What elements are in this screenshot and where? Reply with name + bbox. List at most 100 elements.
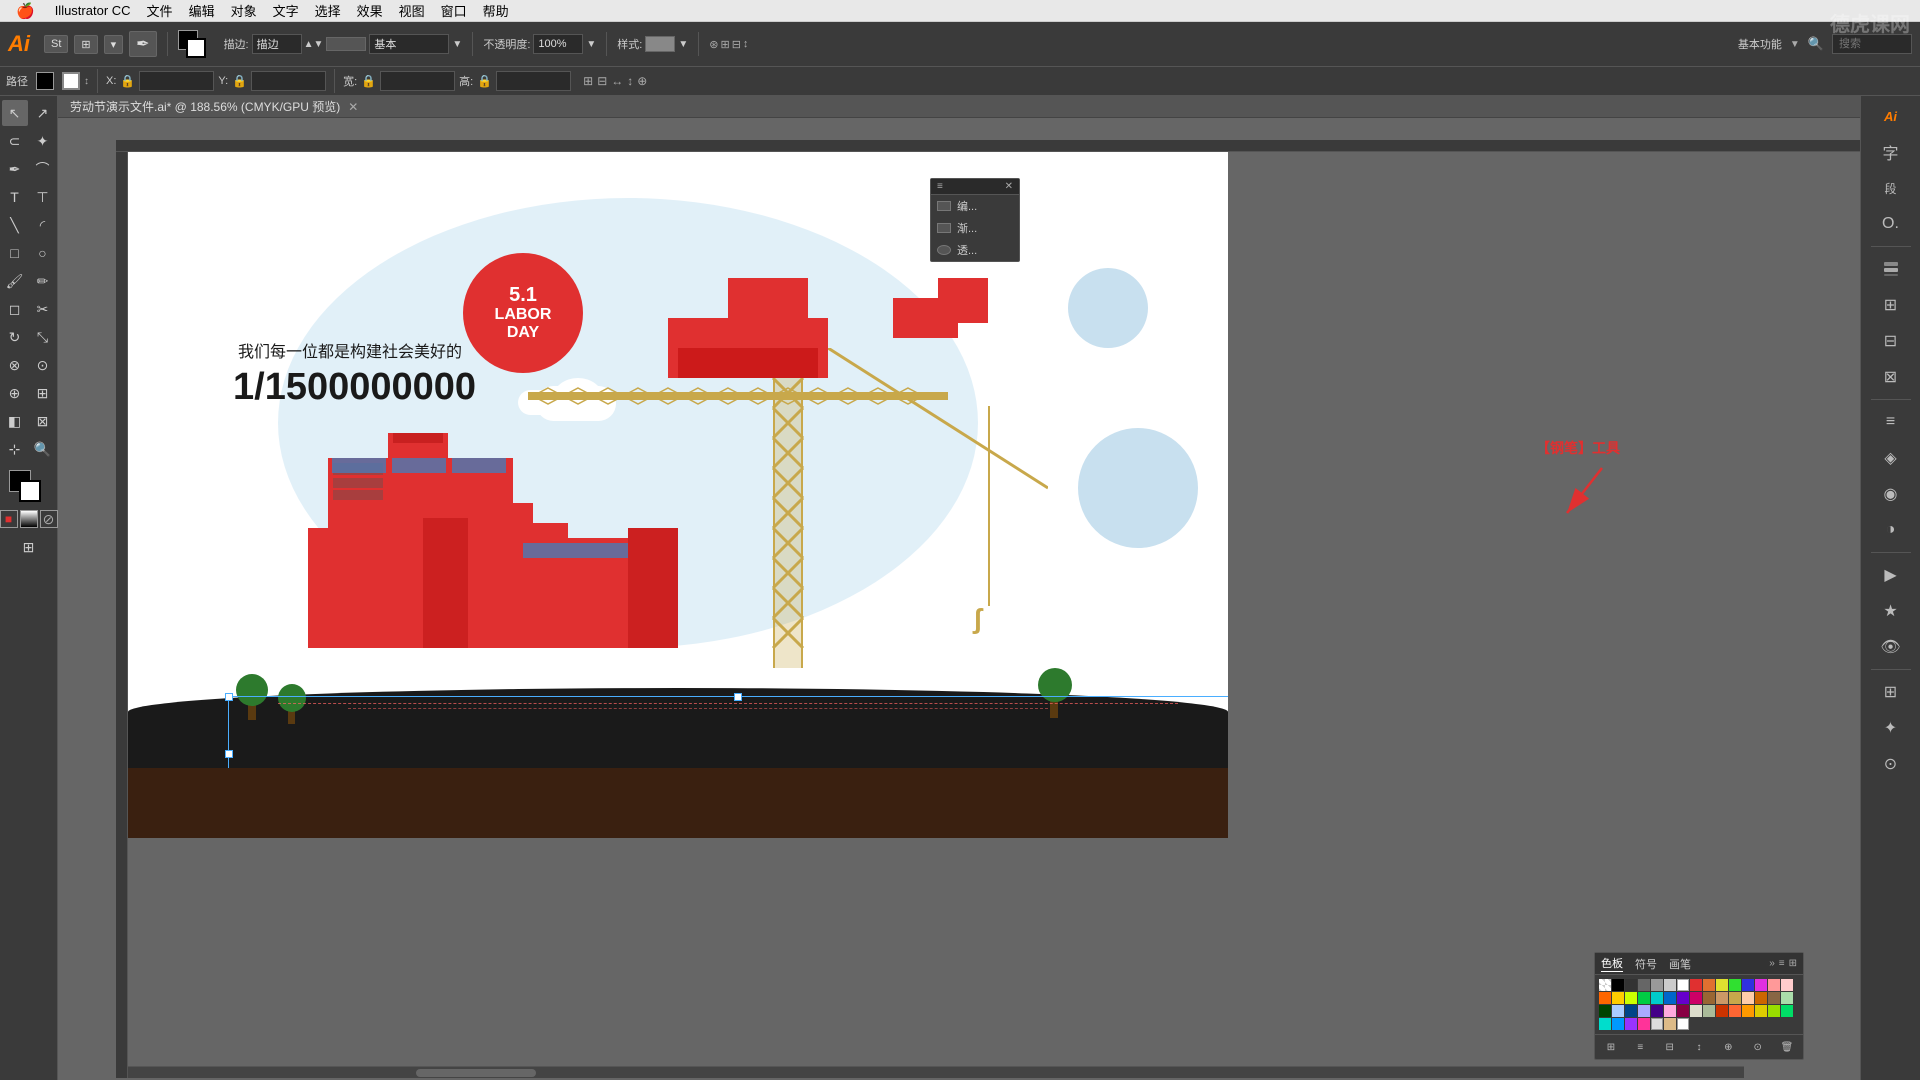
type-tool[interactable]: T bbox=[2, 184, 28, 210]
swatch-view-btn[interactable]: ≡ bbox=[1630, 1037, 1650, 1057]
sel-handle-tm[interactable] bbox=[734, 693, 742, 701]
view-menu[interactable]: 视图 bbox=[391, 1, 433, 20]
arrangement-arrow[interactable]: ▾ bbox=[104, 35, 124, 54]
swatch-dorange[interactable] bbox=[1599, 992, 1611, 1004]
right-icon-transform[interactable]: ⊠ bbox=[1875, 361, 1907, 393]
y-input[interactable]: 392.621 p bbox=[251, 71, 326, 91]
search-input[interactable] bbox=[1832, 34, 1912, 54]
scissors-tool[interactable]: ✂ bbox=[30, 296, 56, 322]
free-transform-tool[interactable]: ⊙ bbox=[30, 352, 56, 378]
swatch-peach[interactable] bbox=[1742, 992, 1754, 1004]
line-tool[interactable]: ╲ bbox=[2, 212, 28, 238]
swatch-green[interactable] bbox=[1729, 979, 1741, 991]
right-icon-align[interactable]: ⊟ bbox=[1875, 325, 1907, 357]
help-menu[interactable]: 帮助 bbox=[475, 1, 517, 20]
swatch-dark[interactable] bbox=[1625, 979, 1637, 991]
swatch-forest[interactable] bbox=[1599, 1005, 1611, 1017]
color-tab-brush[interactable]: 画笔 bbox=[1669, 956, 1691, 972]
swatch-violet[interactable] bbox=[1625, 1018, 1637, 1030]
paintbrush-tool[interactable]: 🖌 bbox=[2, 268, 28, 294]
swatch-lyellow[interactable] bbox=[1625, 992, 1637, 1004]
swatch-link-btn[interactable]: ⊕ bbox=[1718, 1037, 1738, 1057]
stroke-style-input[interactable] bbox=[369, 34, 449, 54]
swatch-trash-btn[interactable]: 🗑 bbox=[1777, 1037, 1797, 1057]
gradient-tool[interactable]: ◧ bbox=[2, 408, 28, 434]
swatch-lilac[interactable] bbox=[1664, 1005, 1676, 1017]
ellipse-tool[interactable]: ○ bbox=[30, 240, 56, 266]
canvas-area[interactable]: 劳动节演示文件.ai* @ 188.56% (CMYK/GPU 预览) ✕ 5.… bbox=[58, 96, 1860, 1080]
select-menu[interactable]: 选择 bbox=[307, 1, 349, 20]
sel-handle-ml[interactable] bbox=[225, 750, 233, 758]
swatch-crimson[interactable] bbox=[1716, 1005, 1728, 1017]
right-icon-1[interactable]: Ai bbox=[1875, 100, 1907, 132]
swatch-sage[interactable] bbox=[1703, 1005, 1715, 1017]
swatch-yellow[interactable] bbox=[1716, 979, 1728, 991]
pen-tool-btn[interactable]: ✒ bbox=[129, 31, 156, 57]
area-type-tool[interactable]: ⊤ bbox=[30, 184, 56, 210]
live-paint-tool[interactable]: ⊞ bbox=[30, 380, 56, 406]
w-input[interactable]: 595.028 p bbox=[380, 71, 455, 91]
swatch-white[interactable] bbox=[1677, 979, 1689, 991]
mesh-tool[interactable]: ⊠ bbox=[30, 408, 56, 434]
stroke-input[interactable] bbox=[252, 34, 302, 54]
swatch-none[interactable] bbox=[1599, 979, 1611, 991]
effects-menu[interactable]: 效果 bbox=[349, 1, 391, 20]
apple-menu[interactable]: 🍎 bbox=[8, 2, 43, 20]
h-input[interactable]: 52.872 px bbox=[496, 71, 571, 91]
swatch-lgreen[interactable] bbox=[1781, 992, 1793, 1004]
right-icon-3[interactable]: 段 bbox=[1875, 172, 1907, 204]
swatch-ivory[interactable] bbox=[1690, 1005, 1702, 1017]
swatch-dpurple[interactable] bbox=[1651, 1005, 1663, 1017]
right-icon-appearance[interactable]: ◈ bbox=[1875, 442, 1907, 474]
swatch-navy[interactable] bbox=[1625, 1005, 1637, 1017]
swatch-gray[interactable] bbox=[1638, 979, 1650, 991]
x-input[interactable]: 466.769 p bbox=[139, 71, 214, 91]
swatch-delete-btn[interactable]: ⊟ bbox=[1660, 1037, 1680, 1057]
right-icon-play[interactable]: ▶ bbox=[1875, 559, 1907, 591]
mini-panel-item-1[interactable]: 编... bbox=[931, 195, 1019, 217]
app-name-menu[interactable]: Illustrator CC bbox=[47, 3, 139, 18]
rect-tool[interactable]: □ bbox=[2, 240, 28, 266]
right-icon-brush2[interactable]: ✦ bbox=[1875, 712, 1907, 744]
right-icon-grid[interactable]: ⊞ bbox=[1875, 676, 1907, 708]
swatch-dyellow[interactable] bbox=[1612, 992, 1624, 1004]
panel-menu[interactable]: ≡ bbox=[1779, 958, 1785, 969]
swatch-blue[interactable] bbox=[1742, 979, 1754, 991]
swatch-azure[interactable] bbox=[1612, 1018, 1624, 1030]
scroll-thumb-h[interactable] bbox=[416, 1069, 536, 1077]
none-box[interactable]: ⊘ bbox=[40, 510, 58, 528]
right-icon-graphic-styles[interactable]: ◉ bbox=[1875, 478, 1907, 510]
swatch-lgray[interactable] bbox=[1651, 979, 1663, 991]
swatch-purple[interactable] bbox=[1677, 992, 1689, 1004]
mini-panel-item-3[interactable]: 透... bbox=[931, 239, 1019, 261]
swatch-sand[interactable] bbox=[1664, 1018, 1676, 1030]
path-fill[interactable] bbox=[36, 72, 54, 90]
workspace-label[interactable]: 基本功能 bbox=[1738, 36, 1782, 52]
swatch-hotpink[interactable] bbox=[1638, 1018, 1650, 1030]
pen-tool[interactable]: ✒ bbox=[2, 156, 28, 182]
warp-tool[interactable]: ⊗ bbox=[2, 352, 28, 378]
shape-builder-tool[interactable]: ⊕ bbox=[2, 380, 28, 406]
swatch-sort-btn[interactable]: ↕ bbox=[1689, 1037, 1709, 1057]
gradient-box[interactable] bbox=[20, 510, 38, 528]
swatch-tan[interactable] bbox=[1716, 992, 1728, 1004]
object-menu[interactable]: 对象 bbox=[223, 1, 265, 20]
window-menu[interactable]: 窗口 bbox=[433, 1, 475, 20]
swatch-teal[interactable] bbox=[1599, 1018, 1611, 1030]
swatch-lpink[interactable] bbox=[1781, 979, 1793, 991]
direct-select-tool[interactable]: ↗ bbox=[30, 100, 56, 126]
close-tab[interactable]: ✕ bbox=[348, 100, 358, 114]
curvature-tool[interactable]: ⌒ bbox=[30, 156, 56, 182]
path-stroke[interactable] bbox=[62, 72, 80, 90]
swatch-magenta[interactable] bbox=[1755, 979, 1767, 991]
right-icon-eye[interactable]: 👁 bbox=[1875, 631, 1907, 663]
right-icon-properties[interactable]: ≡ bbox=[1875, 406, 1907, 438]
zoom-tool[interactable]: 🔍 bbox=[30, 436, 56, 462]
right-icon-2[interactable]: 字 bbox=[1875, 136, 1907, 168]
sel-handle-tl[interactable] bbox=[225, 693, 233, 701]
color-box[interactable]: ■ bbox=[0, 510, 18, 528]
opacity-input[interactable] bbox=[533, 34, 583, 54]
edit-menu[interactable]: 编辑 bbox=[181, 1, 223, 20]
swatch-maroon[interactable] bbox=[1677, 1005, 1689, 1017]
artboard-tool[interactable]: ⊞ bbox=[16, 534, 42, 560]
